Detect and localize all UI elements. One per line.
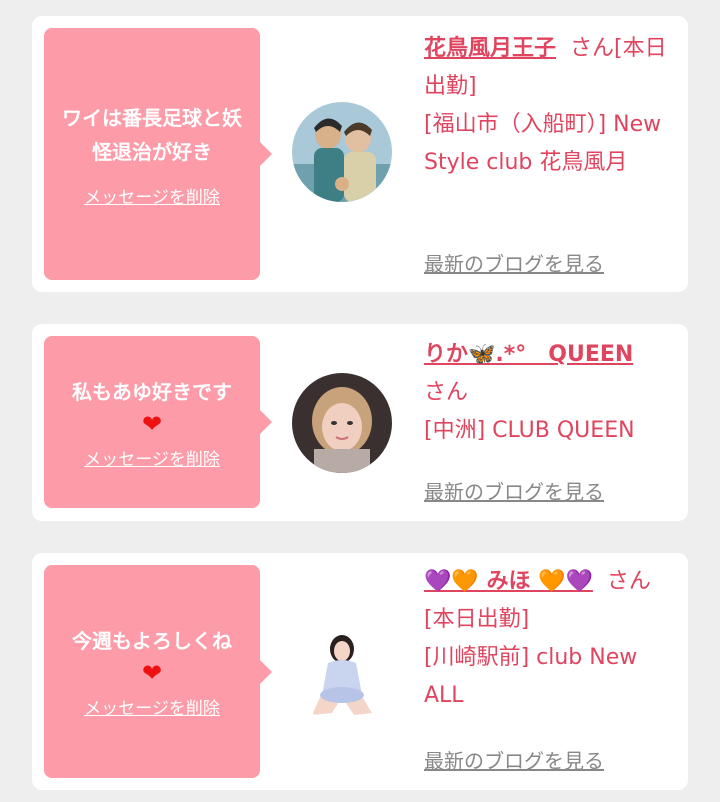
message-body: 今週もよろしくね xyxy=(72,629,232,653)
cast-info: 💜🧡 みほ 🧡💜 さん[本日出勤] [川崎駅前] club New ALL xyxy=(424,563,676,715)
cast-name-link[interactable]: 花鳥風月王子 xyxy=(424,36,556,61)
woman-seated-avatar-icon xyxy=(292,623,392,723)
cast-location: [川崎駅前] club New ALL xyxy=(424,645,638,708)
avatar[interactable] xyxy=(292,623,392,723)
cast-location: [福山市（入船町）] New Style club 花鳥風月 xyxy=(424,112,662,175)
delete-message-link[interactable]: メッセージを削除 xyxy=(84,694,220,719)
woman-selfie-avatar-icon xyxy=(292,373,392,473)
message-bubble: 私もあゆ好きです ❤ メッセージを削除 xyxy=(44,336,272,508)
delete-message-link[interactable]: メッセージを削除 xyxy=(84,445,220,470)
message-text: 今週もよろしくね ❤ xyxy=(62,624,242,688)
illustrated-couple-avatar-icon xyxy=(292,102,392,202)
message-card: 今週もよろしくね ❤ メッセージを削除 💜🧡 みほ 🧡💜 さん[本日出勤] [川崎… xyxy=(32,553,688,790)
message-body: 私もあゆ好きです xyxy=(72,379,232,404)
avatar[interactable] xyxy=(292,102,392,202)
message-text: ワイは番長足球と妖怪退治が好き xyxy=(62,105,242,164)
view-latest-blog-link[interactable]: 最新のブログを見る xyxy=(424,745,604,774)
cast-name-link[interactable]: 💜🧡 みほ 🧡💜 xyxy=(424,569,593,594)
message-card: ワイは番長足球と妖怪退治が好き メッセージを削除 花鳥風月王子 さん[本日出勤] … xyxy=(32,16,688,292)
message-card: 私もあゆ好きです ❤ メッセージを削除 りか🦋.*° QUEEN さん [中洲]… xyxy=(32,324,688,521)
avatar[interactable] xyxy=(292,373,392,473)
cast-location: [中洲] CLUB QUEEN xyxy=(424,418,635,443)
cast-name-link[interactable]: りか🦋.*° QUEEN xyxy=(424,342,633,367)
delete-message-link[interactable]: メッセージを削除 xyxy=(84,183,220,208)
view-latest-blog-link[interactable]: 最新のブログを見る xyxy=(424,248,604,277)
message-bubble: ワイは番長足球と妖怪退治が好き メッセージを削除 xyxy=(44,28,272,280)
message-bubble: 今週もよろしくね ❤ メッセージを削除 xyxy=(44,565,272,778)
view-latest-blog-link[interactable]: 最新のブログを見る xyxy=(424,476,604,505)
cast-status: さん xyxy=(424,380,469,405)
heart-icon: ❤ xyxy=(141,409,163,438)
heart-icon: ❤ xyxy=(141,659,163,687)
message-text: 私もあゆ好きです ❤ xyxy=(62,375,242,439)
cast-info: りか🦋.*° QUEEN さん [中洲] CLUB QUEEN xyxy=(424,336,676,450)
cast-info: 花鳥風月王子 さん[本日出勤] [福山市（入船町）] New Style club… xyxy=(424,30,676,182)
